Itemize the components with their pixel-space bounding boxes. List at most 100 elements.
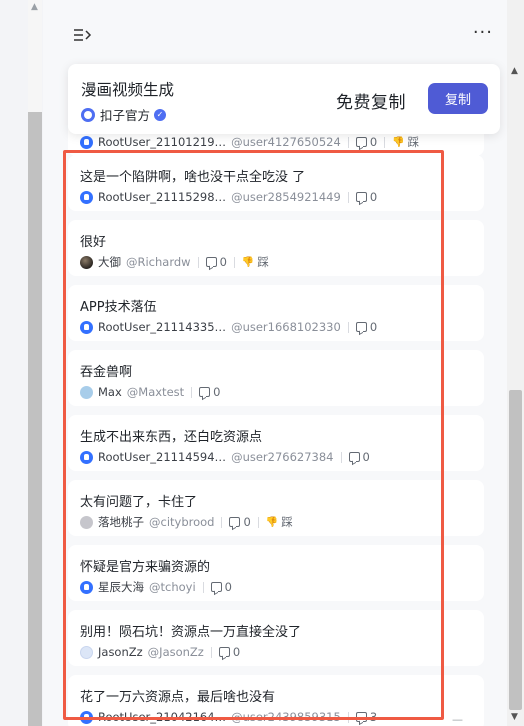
meta-divider xyxy=(347,711,349,723)
right-scrollbar-thumb[interactable] xyxy=(509,390,522,710)
meta-divider xyxy=(221,516,223,528)
reply-count[interactable]: 0 xyxy=(229,515,251,529)
comment-text: 花了一万六资源点，最后啥也没有 xyxy=(80,690,276,705)
scroll-down-arrow-icon[interactable]: ▼ xyxy=(511,712,518,722)
author-name: 扣子官方 xyxy=(100,108,151,123)
meta-divider xyxy=(340,451,342,463)
user-avatar[interactable] xyxy=(80,450,93,464)
reply-count[interactable]: 0 xyxy=(355,190,377,204)
verified-badge-icon: ✓ xyxy=(154,108,167,121)
dislike-button[interactable]: 👎 踩 xyxy=(392,134,419,150)
comment-meta: RootUser_21115298… @user2854921449 0 xyxy=(80,189,377,205)
user-avatar[interactable] xyxy=(80,255,93,269)
comment-meta: RootUser_21114335… @user1668102330 0 xyxy=(80,319,377,335)
reply-count[interactable]: 0 xyxy=(355,320,378,334)
comment-meta: 大御 @Richardw 0 👎 踩 xyxy=(80,254,269,270)
user-avatar[interactable] xyxy=(80,385,93,399)
user-name[interactable]: RootUser_21114335… xyxy=(98,320,226,334)
user-handle: @Maxtest xyxy=(126,385,185,399)
comment-icon xyxy=(229,517,241,527)
comment-meta: 落地桃子 @citybrood 0 👎 踩 xyxy=(80,514,293,530)
comment-icon xyxy=(355,192,367,202)
comment-icon xyxy=(355,137,367,147)
comment-icon xyxy=(218,647,230,657)
comment-meta: RootUser_21101219… @user4127650524 0 👎 踩 xyxy=(80,134,419,150)
scroll-up-arrow-icon[interactable]: ▲ xyxy=(31,2,38,12)
comment-icon xyxy=(205,257,217,267)
comment-card[interactable]: 生成不出来东西，还白吃资源点 RootUser_21114594… @user276… xyxy=(68,415,484,471)
comment-icon xyxy=(355,712,367,722)
comment-card[interactable]: 吞金兽啊 Max @Maxtest 0 xyxy=(68,350,484,406)
reply-count[interactable]: 0 xyxy=(205,255,227,269)
author-avatar xyxy=(81,107,95,122)
comment-icon xyxy=(210,582,222,592)
user-handle: @citybrood xyxy=(149,515,215,529)
user-avatar[interactable] xyxy=(80,710,93,724)
comment-card[interactable]: 怀疑是官方来骗资源的星辰大海 @tchoyi 0 xyxy=(68,545,484,601)
comment-card[interactable]: 别用！陨石坑！资源点一万直接全没了 JasonZz @JasonZz 0 xyxy=(68,610,484,666)
comment-meta: RootUser_21114594… @user276627384 0 xyxy=(80,449,370,465)
comment-card[interactable]: 这是一个陷阱啊，啥也没干点全吃没 了 RootUser_21115298… @use… xyxy=(68,155,484,211)
meta-divider xyxy=(210,646,212,658)
reply-count[interactable]: 0 xyxy=(210,580,232,594)
comment-icon xyxy=(348,452,360,462)
left-scrollbar-thumb[interactable] xyxy=(28,112,42,726)
meta-divider xyxy=(347,191,349,203)
user-name[interactable]: RootUser_21115298… xyxy=(98,190,226,204)
user-name[interactable]: JasonZz xyxy=(98,645,143,659)
meta-divider xyxy=(233,256,235,268)
user-avatar[interactable] xyxy=(80,515,93,529)
comment-card[interactable]: 太有问题了，卡住了落地桃子 @citybrood 0 👎 踩 xyxy=(68,480,484,536)
comment-text: 很好 xyxy=(80,235,107,250)
reply-count-value: 0 xyxy=(369,135,378,149)
comment-text: APP技术落伍 xyxy=(80,300,157,315)
partial-icon: — xyxy=(452,713,463,726)
left-gutter xyxy=(0,0,28,726)
bot-author[interactable]: 扣子官方 ✓ xyxy=(81,105,167,124)
user-handle: @user2439859315 xyxy=(231,710,341,724)
reply-count[interactable]: 3 xyxy=(355,710,377,724)
reply-count-value: 0 xyxy=(232,645,241,659)
free-copy-label: 免费复制 xyxy=(336,93,406,113)
comment-text: 怀疑是官方来骗资源的 xyxy=(80,560,211,575)
reply-count-value: 0 xyxy=(224,580,232,594)
user-avatar[interactable] xyxy=(80,580,93,594)
reply-count[interactable]: 0 xyxy=(348,450,370,464)
user-name[interactable]: 落地桃子 xyxy=(98,514,144,530)
user-name[interactable]: Max xyxy=(98,385,122,399)
comment-card[interactable]: 很好 大御 @Richardw 0 👎 踩 xyxy=(68,220,484,276)
comment-card[interactable]: 花了一万六资源点，最后啥也没有 RootUser_21042164… @user24… xyxy=(68,675,484,726)
copy-button[interactable]: 复制 xyxy=(428,83,488,114)
thumbs-down-icon: 👎 xyxy=(265,516,279,528)
reply-count[interactable]: 0 xyxy=(355,135,378,149)
comment-meta: Max @Maxtest 0 xyxy=(80,384,220,400)
more-horizontal-icon[interactable]: ··· xyxy=(473,22,493,43)
user-handle: @user276627384 xyxy=(231,450,334,464)
scroll-up-arrow-icon[interactable]: ▲ xyxy=(511,66,518,76)
user-avatar[interactable] xyxy=(80,645,93,659)
user-name[interactable]: RootUser_21114594… xyxy=(98,450,226,464)
dislike-button[interactable]: 👎 踩 xyxy=(242,254,269,270)
user-name[interactable]: 大御 xyxy=(98,254,121,270)
dislike-label: 踩 xyxy=(407,135,420,149)
user-avatar[interactable] xyxy=(80,135,93,149)
user-name[interactable]: 星辰大海 xyxy=(98,579,144,595)
comment-meta: 星辰大海 @tchoyi 0 xyxy=(80,579,232,595)
user-name[interactable]: RootUser_21101219… xyxy=(98,135,226,149)
user-avatar[interactable] xyxy=(80,320,93,334)
reply-count[interactable]: 0 xyxy=(199,385,220,399)
comment-card[interactable]: APP技术落伍 RootUser_21114335… @user1668102330… xyxy=(68,285,484,341)
menu-collapse-icon[interactable] xyxy=(71,24,93,46)
user-name[interactable]: RootUser_21042164… xyxy=(98,710,226,724)
dislike-button[interactable]: 👎 踩 xyxy=(266,514,293,530)
user-avatar[interactable] xyxy=(80,190,93,204)
meta-divider xyxy=(191,386,193,398)
meta-divider xyxy=(202,581,204,593)
comment-text: 太有问题了，卡住了 xyxy=(80,495,198,510)
reply-count-value: 0 xyxy=(213,385,221,399)
reply-count-value: 0 xyxy=(219,255,227,269)
comment-text: 吞金兽啊 xyxy=(80,365,133,380)
reply-count-value: 0 xyxy=(369,320,378,334)
comment-meta: JasonZz @JasonZz 0 xyxy=(80,644,240,660)
reply-count[interactable]: 0 xyxy=(218,645,241,659)
